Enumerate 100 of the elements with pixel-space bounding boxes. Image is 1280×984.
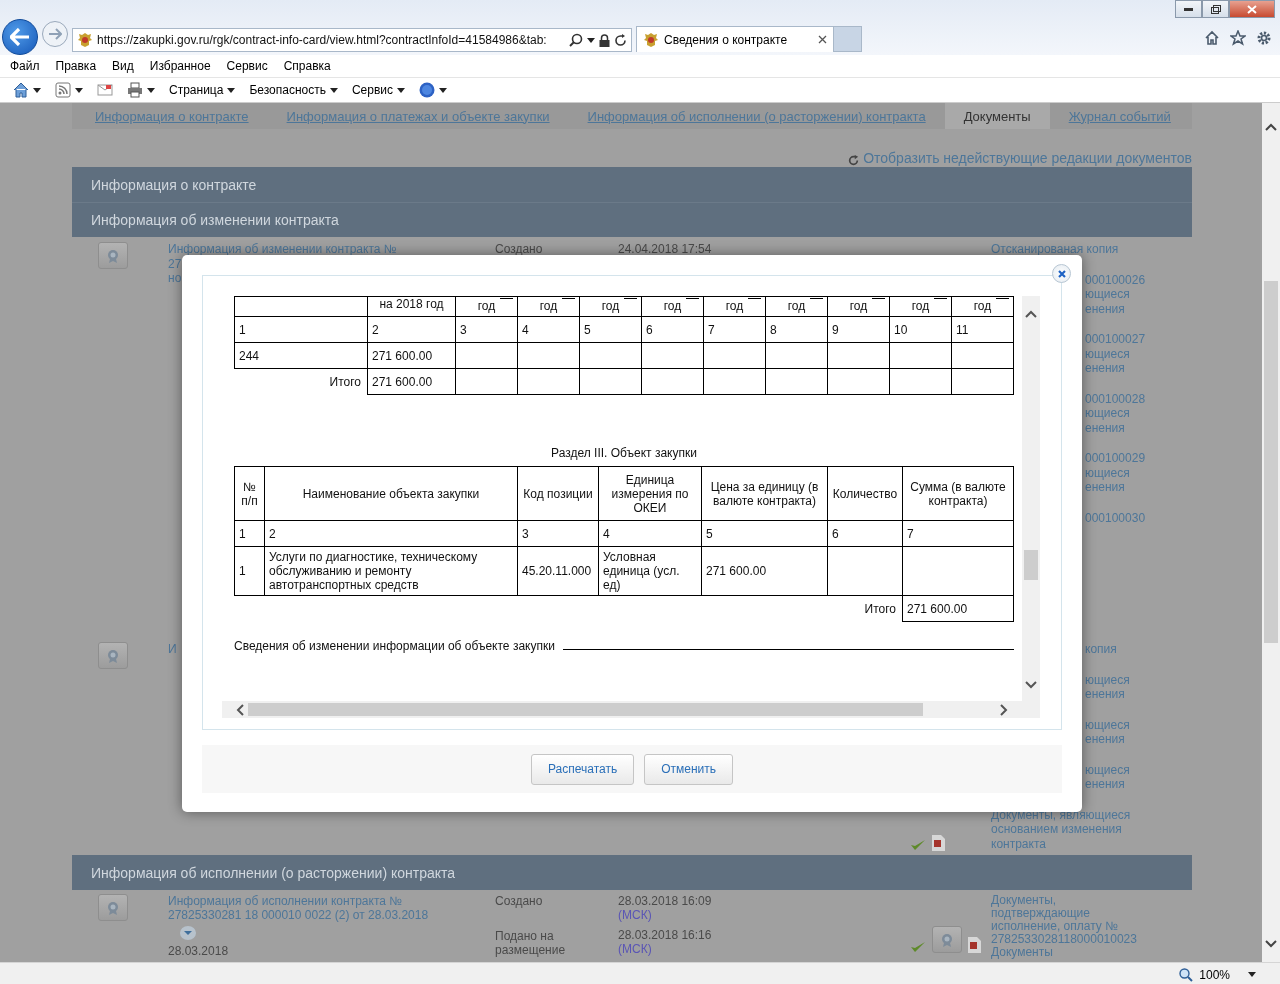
page-tab[interactable]: Документы bbox=[944, 103, 1050, 129]
table-cell bbox=[765, 368, 828, 395]
dialog-button[interactable]: Распечатать bbox=[530, 753, 635, 785]
table-cell: Услуги по диагностике, техническому обслуживанию и ремонту автотранспортных средств bbox=[264, 546, 518, 596]
close-icon bbox=[1057, 269, 1066, 278]
down-chevron-icon[interactable] bbox=[1025, 681, 1037, 689]
scrollbar-thumb[interactable] bbox=[1264, 281, 1278, 643]
document-link[interactable]: Документы, являющиеся основанием изменения контракта bbox=[991, 807, 1192, 851]
scrollbar-thumb[interactable] bbox=[248, 703, 923, 716]
section-title: Раздел III. Объект закупки bbox=[550, 445, 698, 461]
close-icon bbox=[1247, 4, 1257, 14]
header-cell: год bbox=[663, 299, 682, 313]
column-header: Цена за единицу (в валюте контракта) bbox=[701, 466, 828, 521]
menu-item[interactable]: Избранное bbox=[141, 59, 219, 73]
scrollbar-thumb[interactable] bbox=[1024, 550, 1038, 580]
table-cell: 8 bbox=[765, 316, 828, 343]
header-cell: год bbox=[539, 299, 558, 313]
table-cell: Условная единица (усл. ед) bbox=[598, 546, 702, 596]
menu-item[interactable]: Справка bbox=[275, 59, 339, 73]
header-cell: год bbox=[849, 299, 868, 313]
menu-item[interactable]: Вид bbox=[104, 59, 142, 73]
document-link[interactable]: Документы, подтверждающие исполнение, оплату № 2782533028118000010023 Документы bbox=[991, 894, 1137, 959]
show-old-versions-link[interactable]: Отобразить недействующие редакции документов bbox=[863, 150, 1192, 166]
execution-info-link[interactable]: Информация об исполнении контракта № 27825330281 18 000010 0022 (2) от 28.03.2018 bbox=[168, 894, 495, 922]
table-cell: 9 bbox=[827, 316, 890, 343]
close-button[interactable] bbox=[1229, 0, 1275, 18]
page-tab[interactable]: Информация о контракте bbox=[76, 103, 268, 129]
table-cell: 1 bbox=[234, 520, 265, 547]
page-tab[interactable]: Информация об исполнении (о расторжении) контракта bbox=[568, 103, 945, 129]
dialog-button[interactable]: Отменить bbox=[644, 753, 734, 785]
table-cell bbox=[579, 342, 642, 369]
caret-icon bbox=[75, 87, 83, 93]
execution-date: 28.03.2018 bbox=[168, 944, 230, 958]
table-cell bbox=[517, 368, 580, 395]
menu-item[interactable]: Сервис bbox=[218, 59, 276, 73]
toolbar-menu[interactable]: Сервис bbox=[347, 83, 410, 97]
menu-item[interactable]: Правка bbox=[47, 59, 105, 73]
created-datetime: 24.04.2018 17:54 bbox=[618, 242, 712, 256]
home-icon[interactable] bbox=[1204, 30, 1220, 46]
mail-icon[interactable] bbox=[97, 82, 113, 98]
maximize-button[interactable] bbox=[1202, 0, 1229, 18]
settings-icon[interactable] bbox=[1256, 30, 1272, 46]
star-icon[interactable] bbox=[1230, 30, 1246, 46]
event-label: Создано bbox=[495, 894, 544, 908]
pdf-icon bbox=[932, 835, 945, 851]
table-cell: 271 600.00 bbox=[367, 368, 456, 395]
zoom-icon[interactable] bbox=[1179, 967, 1194, 982]
page-tab[interactable]: Журнал событий bbox=[1049, 103, 1190, 129]
right-arrow-icon bbox=[48, 28, 62, 40]
toolbar-menu[interactable]: Безопасность bbox=[245, 83, 342, 97]
toolbar-menu[interactable]: Страница bbox=[165, 83, 240, 97]
section-header[interactable]: Информация о контракте bbox=[72, 167, 1192, 202]
table-cell: 4 bbox=[598, 520, 702, 547]
caret-icon bbox=[1248, 972, 1256, 977]
document-link[interactable]: Отсканированая копия bbox=[991, 242, 1192, 257]
right-chevron-icon[interactable] bbox=[1000, 703, 1008, 716]
section-header[interactable]: Информация об исполнении (о расторжении) контракта bbox=[72, 855, 1192, 890]
event-datetime: 28.03.2018 16:09 bbox=[618, 894, 713, 908]
section-header[interactable]: Информация об изменении контракта bbox=[72, 202, 1192, 237]
left-chevron-icon[interactable] bbox=[236, 703, 244, 716]
lock-icon[interactable] bbox=[599, 33, 610, 47]
header-cell: год bbox=[911, 299, 930, 313]
caret-icon bbox=[329, 87, 338, 93]
expand-icon[interactable] bbox=[180, 926, 196, 940]
column-header: Сумма (в валюте контракта) bbox=[902, 466, 1014, 521]
page-tab[interactable]: Информация о платежах и объекте закупки bbox=[267, 103, 569, 129]
change-note: Сведения об изменении информации об объекте закупки bbox=[234, 639, 555, 653]
caret-icon bbox=[33, 87, 41, 93]
rosette-icon bbox=[940, 932, 954, 947]
page-scrollbar[interactable] bbox=[1262, 103, 1280, 962]
column-header: Количество bbox=[827, 466, 903, 521]
menu-item[interactable]: Файл bbox=[2, 59, 48, 73]
table-cell: 11 bbox=[951, 316, 1014, 343]
up-chevron-icon[interactable] bbox=[1025, 310, 1037, 318]
caret-icon bbox=[147, 87, 155, 93]
down-chevron-icon[interactable] bbox=[1265, 940, 1277, 948]
table-cell: 4 bbox=[517, 316, 580, 343]
header-cell: год bbox=[477, 299, 496, 313]
refresh-icon[interactable] bbox=[614, 33, 627, 47]
back-button[interactable] bbox=[2, 19, 38, 55]
total-label: Итого bbox=[234, 595, 903, 622]
table-cell bbox=[703, 342, 766, 369]
close-button[interactable] bbox=[1052, 264, 1071, 283]
zoom-level[interactable]: 100% bbox=[1199, 967, 1230, 982]
change-info-link[interactable]: И bbox=[168, 642, 177, 657]
close-icon[interactable] bbox=[818, 35, 827, 44]
table-cell: 271 600.00 bbox=[367, 342, 456, 369]
table-cell bbox=[765, 342, 828, 369]
minimize-button[interactable] bbox=[1175, 0, 1202, 18]
printer-icon[interactable] bbox=[127, 82, 143, 98]
column-header: № п/п bbox=[234, 466, 265, 521]
rss-icon[interactable] bbox=[55, 82, 71, 98]
home-icon[interactable] bbox=[13, 82, 29, 98]
caret-icon bbox=[397, 87, 406, 93]
browser-tab[interactable]: Сведения о контракте bbox=[636, 26, 834, 52]
table-cell: 7 bbox=[703, 316, 766, 343]
up-chevron-icon[interactable] bbox=[1265, 123, 1277, 131]
change-info-link[interactable]: Информация об изменении контракта № 27 но bbox=[168, 242, 397, 286]
search-icon[interactable] bbox=[569, 33, 583, 47]
address-field[interactable]: https://zakupki.gov.ru/rgk/contract-info-card/view.html?contractInfoId=41584986&tab: bbox=[72, 28, 632, 52]
